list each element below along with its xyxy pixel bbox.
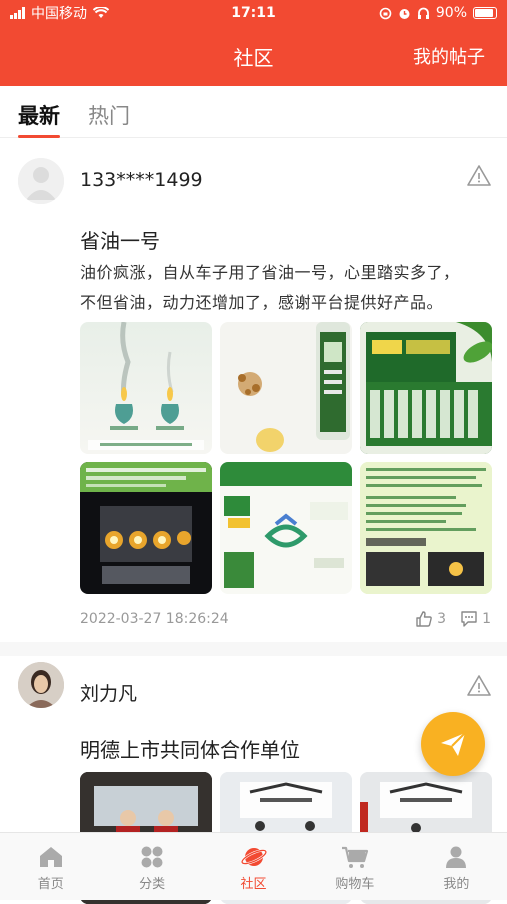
like-count: 3 [437,611,447,627]
planet-icon [240,848,267,866]
comment-icon [461,611,477,627]
nav-category[interactable]: 分类 [101,833,202,900]
avatar[interactable] [18,662,64,708]
post-username[interactable]: 刘力凡 [80,679,137,706]
post-body: 油价疯涨，自从车子用了省油一号，心里踏实多了， 不但省油，动力还增加了，感谢平台… [80,258,480,318]
battery-icon [473,7,497,19]
comment-count: 1 [482,611,491,627]
product-box-picture [360,322,492,454]
thumbs-up-icon [416,611,432,627]
comparison-chart-picture [220,462,352,594]
my-posts-button[interactable]: 我的帖子 [413,43,485,69]
nav-label: 社区 [240,877,267,892]
report-icon[interactable] [467,674,491,698]
nav-community[interactable]: 社区 [203,833,304,900]
clock: 17:11 [231,5,276,21]
rotation-lock-icon [379,7,392,19]
nav-label: 我的 [443,877,470,892]
status-bar: 中国移动 17:11 90% [0,0,507,26]
lamp-comparison-picture [88,322,204,450]
signal-icon [10,7,25,19]
product-features-picture [360,462,492,594]
post-timestamp: 2022-03-27 18:26:24 [80,611,229,627]
nav-home[interactable]: 首页 [0,833,101,900]
tab-hot[interactable]: 热门 [88,100,130,130]
comment-button[interactable]: 1 [460,610,491,628]
post-image[interactable] [360,462,492,594]
post-title: 省油一号 [80,229,160,253]
alarm-icon [399,8,410,19]
post-image[interactable] [80,462,212,594]
nav-label: 首页 [37,877,64,892]
nav-cart[interactable]: 购物车 [304,833,405,900]
publish-post-button[interactable] [421,712,485,776]
post-image-grid [80,322,492,594]
nav-label: 购物车 [335,877,375,892]
post-body-line: 油价疯涨，自从车子用了省油一号，心里踏实多了， [80,263,460,282]
engine-picture [80,462,212,584]
post-body-line: 不但省油，动力还增加了，感谢平台提供好产品。 [80,293,444,312]
post-image[interactable] [80,322,212,454]
post-image[interactable] [360,322,492,454]
user-photo [18,662,64,708]
post-username[interactable]: 133****1499 [80,169,203,191]
wifi-icon [93,7,109,18]
user-icon [446,846,467,868]
like-button[interactable]: 3 [415,610,446,628]
paper-plane-icon [441,732,466,756]
bottom-nav: 首页 分类 社区 购物车 我的 [0,832,507,900]
category-icon [141,846,163,868]
home-icon [39,847,62,867]
post-divider [0,642,507,656]
nav-label: 分类 [139,877,166,892]
cart-icon [341,846,369,868]
post-image[interactable] [220,322,352,454]
tab-latest[interactable]: 最新 [18,100,60,138]
carrier-label: 中国移动 [31,6,87,22]
post-meta: 2022-03-27 18:26:24 3 1 [80,610,491,628]
default-avatar-icon [18,158,64,204]
headphones-icon [417,7,429,19]
avatar[interactable] [18,158,64,204]
post-title: 明德上市共同体合作单位 [80,738,300,762]
report-icon[interactable] [467,164,491,188]
feed-tabs: 最新 热门 [0,86,507,138]
battery-percent: 90% [435,5,467,21]
product-bottle-picture [238,322,350,452]
app-header: 社区 我的帖子 [0,26,507,86]
nav-profile[interactable]: 我的 [406,833,507,900]
post-image[interactable] [220,462,352,594]
